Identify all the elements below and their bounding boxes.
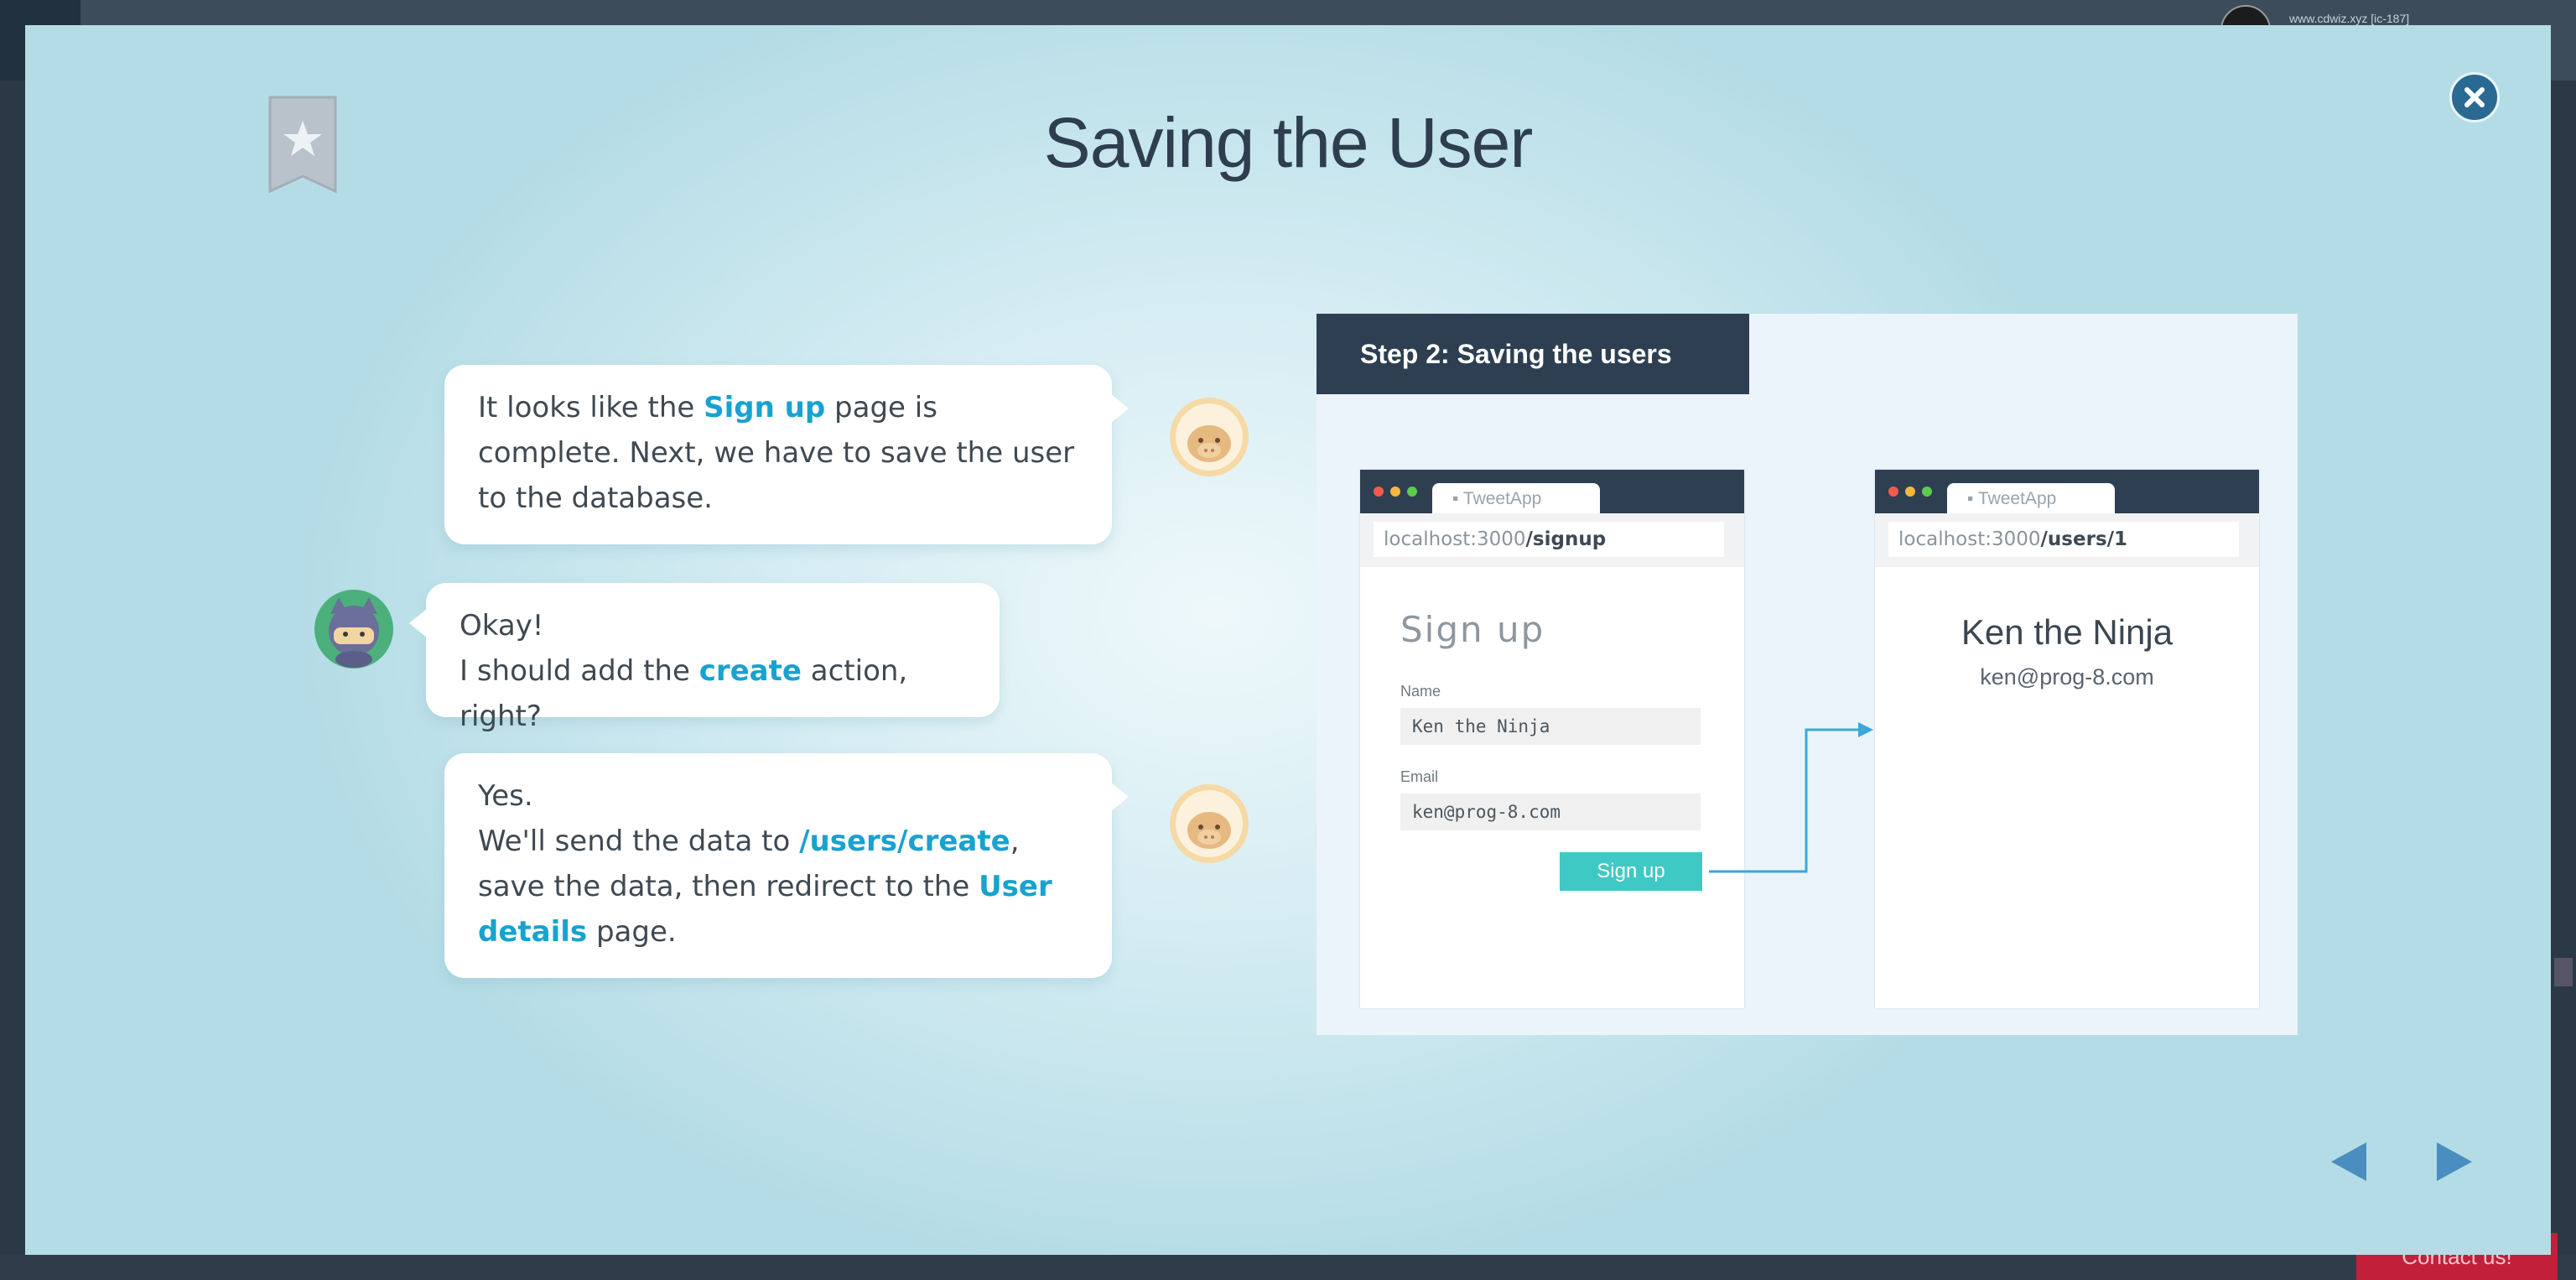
bubble-text: It looks like the (478, 391, 704, 424)
ninja-cat-avatar-icon (314, 590, 393, 669)
dialogue-bubble-2: Okay! I should add the create action, ri… (409, 583, 1000, 733)
bubble-text: I should add the (460, 654, 699, 688)
page-icon: ▪ (1967, 489, 1978, 508)
maximize-dot (1922, 487, 1932, 497)
bubble-text: Yes. (478, 779, 533, 813)
user-details-browser-window: ▪ TweetApp localhost:3000/users/1 Ken th… (1875, 470, 2259, 1008)
bubble-text: We'll send the data to (478, 825, 800, 858)
bubble-highlight: Sign up (704, 391, 826, 424)
minimize-dot (1905, 487, 1915, 497)
bubble-text: page. (587, 915, 677, 949)
slide-title: Saving the User (1043, 103, 1534, 182)
step-illustration: Step 2: Saving the users ▪ TweetApp loca… (1317, 314, 2298, 1035)
dialogue-bubble-3: Yes. We'll send the data to /users/creat… (444, 753, 1129, 978)
sheep-avatar-icon (1170, 784, 1249, 863)
previous-slide-button[interactable] (2326, 1139, 2371, 1184)
sheep-avatar-icon (1170, 398, 1249, 476)
background-scrollbar[interactable] (2554, 958, 2573, 986)
next-slide-button[interactable] (2432, 1139, 2477, 1184)
user-name: Ken the Ninja (1961, 612, 2174, 652)
address-host: localhost:3000 (1898, 528, 2041, 550)
bubble-highlight: create (699, 654, 802, 688)
tab-label: TweetApp (1977, 489, 2057, 508)
browser-title-bar: ▪ TweetApp (1875, 470, 2259, 513)
slide-modal: Saving the User It looks like the Sign u… (25, 25, 2551, 1255)
bubble-highlight: /users/create (799, 825, 1010, 858)
user-email: ken@prog-8.com (1980, 664, 2154, 689)
background-bottom-bar (0, 1255, 2576, 1280)
dialogue-bubble-1: It looks like the Sign up page is comple… (444, 365, 1129, 544)
close-dot (1888, 487, 1898, 497)
address-bar: localhost:3000/users/1 (1888, 522, 2239, 557)
bubble-text: Okay! (460, 609, 544, 643)
address-path: /users/1 (2040, 528, 2128, 550)
browser-tab: ▪ TweetApp (1947, 483, 2115, 513)
background-url-text: www.cdwiz.xyz [ic-187] (2289, 12, 2410, 25)
